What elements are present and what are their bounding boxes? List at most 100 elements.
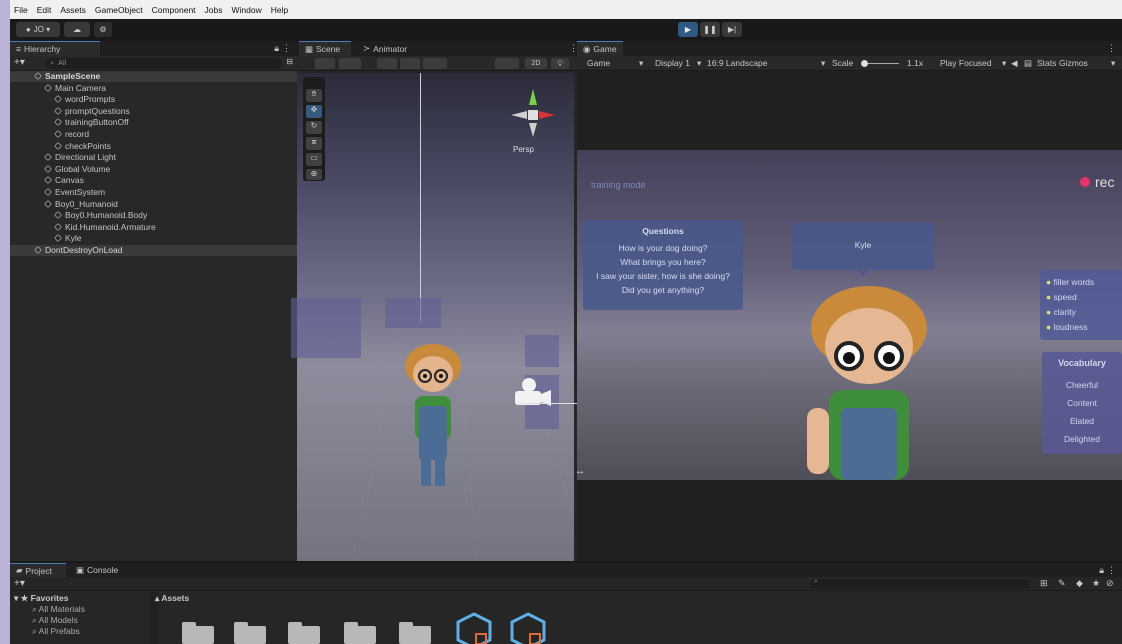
filter-label-icon[interactable]: ✎ <box>1058 578 1066 589</box>
hierarchy-item[interactable]: Main Camera <box>10 83 297 94</box>
asset-folder-icon[interactable] <box>344 622 376 644</box>
menu-gameobject[interactable]: GameObject <box>95 5 143 15</box>
grid-snap-button[interactable] <box>423 58 447 69</box>
question-item[interactable]: How is your dog doing? <box>583 241 743 255</box>
checkpoint-item[interactable]: ● loudness <box>1046 320 1118 335</box>
play-focused-dropdown[interactable]: Play Focused <box>940 58 992 68</box>
rect-tool-icon[interactable]: ▭ <box>306 153 322 166</box>
tab-console[interactable]: ▣ Console <box>70 563 130 577</box>
hierarchy-item[interactable]: Kid.Humanoid.Armature <box>10 222 297 233</box>
filter-icon[interactable]: ⊟ <box>286 57 293 66</box>
favorite-item[interactable]: ⌕ All Models <box>32 615 78 626</box>
menu-help[interactable]: Help <box>271 5 288 15</box>
tag-icon[interactable]: ◆ <box>1076 578 1083 589</box>
scale-tool-icon[interactable]: ⧈ <box>306 137 322 150</box>
more-icon[interactable]: ⋮ <box>1107 565 1116 576</box>
prefab-asset-icon[interactable] <box>456 612 492 644</box>
scale-slider-handle[interactable] <box>861 60 868 67</box>
kyle-character-scene[interactable] <box>397 336 467 496</box>
prefab-asset-icon[interactable] <box>510 612 546 644</box>
asset-folder-icon[interactable] <box>234 622 266 644</box>
assets-breadcrumb[interactable]: ▴ Assets <box>155 593 189 604</box>
move-tool-icon[interactable]: ✥ <box>306 105 322 118</box>
star-icon[interactable]: ★ <box>1092 578 1100 589</box>
menu-component[interactable]: Component <box>152 5 196 15</box>
question-item[interactable]: Did you get anything? <box>583 283 743 297</box>
transform-tool-icon[interactable]: ⊕ <box>306 169 322 180</box>
lighting-button[interactable]: 💡︎ <box>551 58 569 69</box>
asset-folder-icon[interactable] <box>182 622 214 644</box>
hierarchy-item[interactable]: trainingButtonOff <box>10 117 297 128</box>
hierarchy-item[interactable]: promptQuestions <box>10 106 297 117</box>
menu-window[interactable]: Window <box>232 5 262 15</box>
mute-icon[interactable]: ◀︎ <box>1011 58 1018 69</box>
lock-icon[interactable]: 🔒︎ <box>1099 565 1104 576</box>
hierarchy-item[interactable]: Canvas <box>10 175 297 186</box>
hierarchy-item[interactable]: Boy0.Humanoid.Body <box>10 210 297 221</box>
lock-icon[interactable]: 🔒︎ <box>274 43 279 54</box>
step-button[interactable]: ▶| <box>722 22 742 37</box>
tab-hierarchy[interactable]: ≡ Hierarchy <box>10 41 100 56</box>
tab-game[interactable]: ◉ Game <box>577 41 623 56</box>
kyle-character-game[interactable] <box>797 278 947 480</box>
persp-label[interactable]: Persp <box>513 145 534 154</box>
hierarchy-item[interactable]: Global Volume <box>10 164 297 175</box>
tab-project[interactable]: ▰ Project <box>10 563 66 577</box>
account-dropdown[interactable]: ● JO ▾ <box>16 22 60 37</box>
toggle-2d-button[interactable]: 2D <box>525 58 547 69</box>
question-item[interactable]: What brings you here? <box>583 255 743 269</box>
favorites-header[interactable]: ▾ ★ Favorites <box>14 593 68 604</box>
stats-button[interactable]: Stats <box>1037 58 1056 68</box>
checkpoint-item[interactable]: ● clarity <box>1046 305 1118 320</box>
hierarchy-item[interactable]: wordPrompts <box>10 94 297 105</box>
favorite-item[interactable]: ⌕ All Materials <box>32 604 85 615</box>
vocab-item[interactable]: Delighted <box>1042 430 1122 448</box>
collab-button[interactable]: ⚙ <box>94 22 112 37</box>
snap-button[interactable] <box>377 58 397 69</box>
pause-button[interactable]: ❚❚ <box>700 22 720 37</box>
shading-button[interactable] <box>339 58 361 69</box>
filter-type-icon[interactable]: ⊞ <box>1040 578 1048 589</box>
cloud-button[interactable]: ☁ <box>64 22 90 37</box>
hierarchy-item[interactable]: Directional Light <box>10 152 297 163</box>
aspect-dropdown[interactable]: 16:9 Landscape <box>707 58 768 68</box>
hierarchy-item[interactable]: DontDestroyOnLoad <box>10 245 297 256</box>
asset-folder-icon[interactable] <box>288 622 320 644</box>
hierarchy-item[interactable]: EventSystem <box>10 187 297 198</box>
scene-viewport[interactable]: ✋︎ ✥ ↻ ⧈ ▭ ⊕ Persp <box>291 73 578 561</box>
hierarchy-item[interactable]: Kyle <box>10 233 297 244</box>
game-view-dropdown[interactable]: Game <box>587 58 610 68</box>
record-indicator[interactable]: rec <box>1080 174 1114 190</box>
menu-jobs[interactable]: Jobs <box>205 5 223 15</box>
menu-edit[interactable]: Edit <box>37 5 52 15</box>
menu-file[interactable]: File <box>14 5 28 15</box>
camera-gizmo-icon[interactable] <box>509 373 553 413</box>
asset-folder-icon[interactable] <box>399 622 431 644</box>
pivot-button[interactable] <box>400 58 420 69</box>
game-viewport[interactable]: training mode rec Questions How is your … <box>577 150 1122 480</box>
search-input[interactable]: ⌕ All <box>46 58 282 69</box>
gizmos-button[interactable]: Gizmos <box>1059 58 1088 68</box>
vocab-item[interactable]: Content <box>1042 394 1122 412</box>
hierarchy-item[interactable]: Boy0_Humanoid <box>10 199 297 210</box>
project-search-input[interactable]: ⌕ <box>810 578 1030 589</box>
rotate-tool-icon[interactable]: ↻ <box>306 121 322 134</box>
checkpoint-item[interactable]: ● filler words <box>1046 275 1118 290</box>
menu-assets[interactable]: Assets <box>60 5 86 15</box>
resize-handle-icon[interactable]: ↔ <box>575 466 585 477</box>
checkpoint-item[interactable]: ● speed <box>1046 290 1118 305</box>
stats-icon[interactable]: ▤ <box>1024 58 1032 69</box>
vocab-item[interactable]: Cheerful <box>1042 376 1122 394</box>
hierarchy-item[interactable]: SampleScene <box>10 71 297 82</box>
vocab-item[interactable]: Elated <box>1042 412 1122 430</box>
add-icon[interactable]: +▾ <box>14 57 25 68</box>
question-item[interactable]: I saw your sister, how is she doing? <box>583 269 743 283</box>
hierarchy-item[interactable]: record <box>10 129 297 140</box>
tab-scene[interactable]: ▦ Scene <box>299 41 351 56</box>
more-icon[interactable]: ⋮ <box>282 43 291 54</box>
tab-animator[interactable]: ≻ Animator <box>357 41 417 56</box>
favorite-item[interactable]: ⌕ All Prefabs <box>32 626 80 637</box>
orient-button[interactable] <box>495 58 519 69</box>
orientation-gizmo[interactable] <box>507 85 559 145</box>
add-icon[interactable]: +▾ <box>14 578 25 589</box>
